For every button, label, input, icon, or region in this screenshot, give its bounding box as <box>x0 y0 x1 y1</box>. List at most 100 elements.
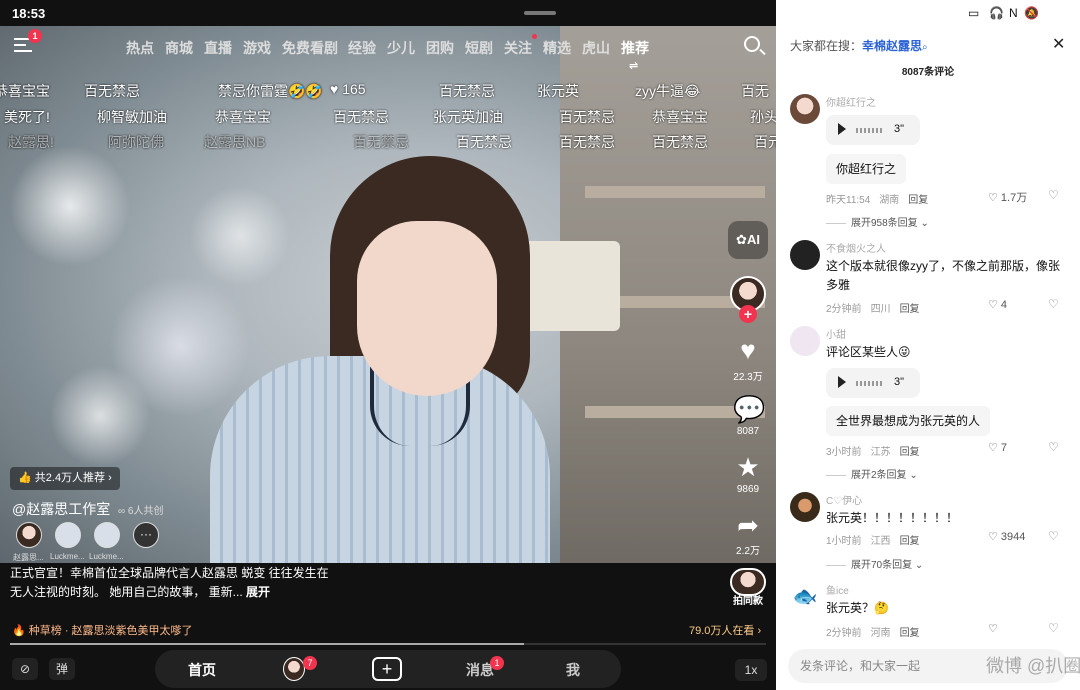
window-handle[interactable] <box>524 11 556 15</box>
cocreator-avatar[interactable] <box>16 522 42 548</box>
shoot-same-label[interactable]: 拍同款 <box>722 592 774 607</box>
fish-avatar-icon[interactable]: 🐟 <box>790 582 820 612</box>
danmaku: 百无禁忌 <box>353 134 409 150</box>
voice-message[interactable]: 3" <box>826 368 920 398</box>
playback-speed[interactable]: 1x <box>735 659 767 681</box>
comment-like[interactable]: ♡ 4 <box>988 298 1007 311</box>
hot-rank[interactable]: 🔥 种草榜 · 赵露思淡紫色美甲太嗲了 <box>12 622 193 638</box>
caption-text: 正式官宣！幸棉首位全球品牌代言人赵露思 蜕变 往往发生在无人注视的时刻。 她用自… <box>10 566 329 599</box>
expand-replies[interactable]: 展开70条回复 ⌄ <box>826 556 923 571</box>
headphone-icon: 🎧 <box>989 6 1004 20</box>
commenter-name[interactable]: 鱼ice <box>826 582 849 597</box>
reply-button[interactable]: 回复 <box>900 628 920 639</box>
video-caption[interactable]: 正式官宣！幸棉首位全球品牌代言人赵露思 蜕变 往往发生在无人注视的时刻。 她用自… <box>10 564 330 602</box>
commenter-name[interactable]: 小甜 <box>826 326 846 341</box>
dislike-icon[interactable]: ♡ <box>1048 440 1059 454</box>
recommend-chip[interactable]: 👍 共2.4万人推荐 › <box>10 467 120 490</box>
tab-following[interactable]: 关注 <box>504 38 532 58</box>
comment-like-icon[interactable]: ♡ <box>988 622 998 635</box>
comment-like[interactable]: ♡ 3944 <box>988 530 1025 543</box>
trending-search[interactable]: 大家都在搜：幸棉赵露思⌕ <box>790 37 928 54</box>
tab-short-drama[interactable]: 短剧 <box>465 38 493 58</box>
commenter-name[interactable]: C♡伊心 <box>826 492 862 507</box>
share-icon[interactable]: ➦ <box>733 511 763 539</box>
status-time: 18:53 <box>12 6 46 21</box>
commenter-avatar[interactable] <box>790 326 820 356</box>
voice-message[interactable]: 3" <box>826 115 920 145</box>
favorite-icon[interactable]: ★ <box>733 453 763 481</box>
danmaku: 孙头 <box>750 109 776 125</box>
danmaku: 百无禁忌 <box>84 83 140 99</box>
dislike-icon[interactable]: ♡ <box>1048 297 1059 311</box>
danmaku: 恭喜宝宝 <box>652 109 708 125</box>
comment-time: 3小时前 <box>826 447 862 458</box>
like-count: 7 <box>1000 442 1008 454</box>
like-count: 3944 <box>1000 531 1026 543</box>
bottom-nav: ⊘ 弹 首页 7 + 消息 1 我 1x <box>0 648 776 690</box>
cocreate-info[interactable]: ∞ 6人共创 <box>118 502 163 517</box>
ai-button[interactable]: ✿AI <box>728 221 768 259</box>
ai-label: AI <box>746 232 760 247</box>
reply-button[interactable]: 回复 <box>908 195 928 206</box>
tab-hot[interactable]: 热点 <box>126 38 154 58</box>
search-icon[interactable] <box>744 36 760 52</box>
create-plus-button[interactable]: + <box>372 657 402 681</box>
more-cocreators-icon[interactable]: ··· <box>133 522 159 548</box>
nfc-icon: N <box>1009 6 1018 20</box>
comment-count: 8087 <box>736 426 760 437</box>
reply-button[interactable]: 回复 <box>900 447 920 458</box>
commenter-avatar[interactable] <box>790 492 820 522</box>
dislike-icon[interactable]: ♡ <box>1048 188 1059 202</box>
tab-mall[interactable]: 商城 <box>165 38 193 58</box>
tab-recommend[interactable]: 推荐 <box>621 38 649 58</box>
watching-text: 79.0万人在看 <box>689 625 755 637</box>
progress-bar[interactable] <box>10 643 766 645</box>
dislike-icon[interactable]: ♡ <box>1048 529 1059 543</box>
comment-like[interactable]: ♡ 1.7万 <box>988 189 1027 205</box>
caption-expand[interactable]: 展开 <box>246 585 270 599</box>
danmaku-toggle-icon[interactable]: 弹 <box>49 658 75 680</box>
commenter-name[interactable]: 你超红行之 <box>826 94 876 109</box>
author-name[interactable]: @赵露思工作室 <box>12 499 110 519</box>
progress-fill <box>10 643 525 645</box>
commenter-name[interactable]: 不食烟火之人 <box>826 240 886 255</box>
tab-groupbuy[interactable]: 团购 <box>426 38 454 58</box>
cocreator-avatar[interactable] <box>94 522 120 548</box>
follow-button[interactable]: + <box>739 305 757 323</box>
nav-friends-avatar[interactable] <box>283 657 305 681</box>
expand-replies[interactable]: 展开958条回复 ⌄ <box>826 214 929 229</box>
commenter-avatar[interactable] <box>790 94 820 124</box>
comment-time: 1小时前 <box>826 536 862 547</box>
search-small-icon: ⌕ <box>922 42 928 53</box>
tab-live[interactable]: 直播 <box>204 38 232 58</box>
trending-query[interactable]: 幸棉赵露思 <box>862 39 922 53</box>
like-icon[interactable]: ♥ <box>733 336 763 364</box>
comment-time: 昨天11:54 <box>826 195 871 206</box>
expand-replies[interactable]: 展开2条回复 ⌄ <box>826 466 918 481</box>
tab-free-drama[interactable]: 免费看剧 <box>282 38 338 58</box>
reply-button[interactable]: 回复 <box>900 536 920 547</box>
comment-icon[interactable]: 💬 <box>733 395 765 423</box>
dislike-icon[interactable]: ♡ <box>1048 621 1059 635</box>
tab-kids[interactable]: 少儿 <box>387 38 415 58</box>
danmaku: 张元英 <box>537 83 579 99</box>
danmaku: 柳智敏加油 <box>97 109 167 125</box>
tab-hushan[interactable]: 虎山 <box>582 38 610 58</box>
cocreator-avatar[interactable] <box>55 522 81 548</box>
screen-off-icon[interactable]: ⊘ <box>12 658 38 680</box>
close-icon[interactable]: ✕ <box>1052 34 1065 54</box>
nav-me[interactable]: 我 <box>566 660 580 680</box>
commenter-avatar[interactable] <box>790 240 820 270</box>
nav-home[interactable]: 首页 <box>188 660 216 680</box>
tab-experience[interactable]: 经验 <box>348 38 376 58</box>
favorite-count: 9869 <box>736 484 760 495</box>
reply-button[interactable]: 回复 <box>900 304 920 315</box>
comment-like[interactable]: ♡ 7 <box>988 441 1007 454</box>
tab-games[interactable]: 游戏 <box>243 38 271 58</box>
comment-location: 江苏 <box>870 447 891 458</box>
comment-location: 江西 <box>870 536 891 547</box>
video-player-area[interactable]: 18:53 1 热点 商城 直播 游戏 免费看剧 经验 少儿 团购 短剧 关注 … <box>0 0 776 690</box>
trending-prefix: 大家都在搜： <box>790 39 863 53</box>
watching-count[interactable]: 79.0万人在看 › <box>689 622 761 638</box>
tab-featured[interactable]: 精选 <box>543 38 571 58</box>
